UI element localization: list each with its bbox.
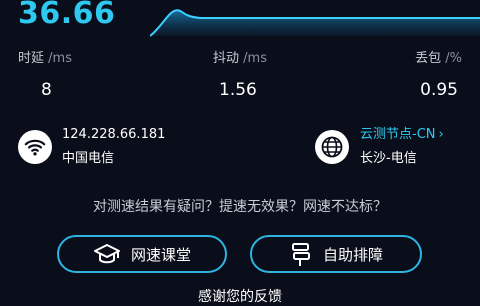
loss-unit: /% [445,51,462,66]
wifi-icon [18,130,52,164]
feedback-text: 感谢您的反馈 [198,289,282,305]
speed-chart-area [150,10,480,36]
signpost-icon [291,243,310,266]
jitter-label-text: 抖动 [213,51,240,66]
speed-value: 36.66 [18,0,116,31]
speed-chart [150,9,480,37]
self-help-button-label[interactable]: 自助排障 [323,244,383,265]
test-node-label[interactable]: 云测节点-CN [360,127,436,142]
latency-value: 8 [41,80,52,100]
ip-address: 124.228.66.181 [62,127,166,142]
latency-unit: /ms [48,51,72,66]
jitter-unit: /ms [243,51,267,66]
course-button-label[interactable]: 网速课堂 [131,244,191,265]
course-button[interactable]: 网速课堂 [57,235,227,273]
loss-label-text: 丢包 [415,51,442,66]
globe-icon [315,130,349,164]
graduation-cap-icon [93,244,120,264]
test-node-link[interactable]: 云测节点-CN › [360,127,444,143]
question-text: 对测速结果有疑问？提速无效果？网速不达标？ [93,199,387,215]
chevron-right-icon[interactable]: › [439,127,444,142]
node-location: 长沙-电信 [360,151,417,166]
loss-label: 丢包 /% [415,51,462,67]
isp-name: 中国电信 [62,151,115,166]
jitter-label: 抖动 /ms [213,51,267,67]
latency-label: 时延 /ms [18,51,72,67]
loss-value: 0.95 [420,80,458,100]
latency-label-text: 时延 [18,51,45,66]
jitter-value: 1.56 [219,80,257,100]
self-help-button[interactable]: 自助排障 [250,235,422,273]
